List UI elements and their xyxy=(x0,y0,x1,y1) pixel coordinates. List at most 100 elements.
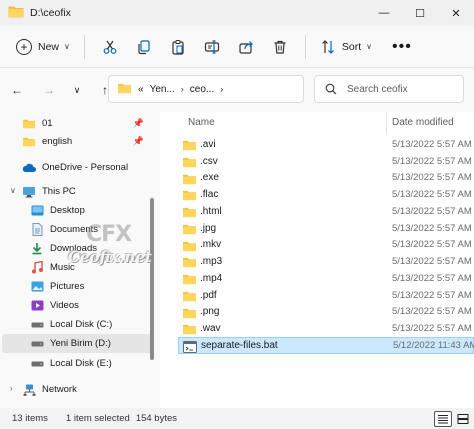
sidebar-item-this-pc[interactable]: This PC xyxy=(22,182,154,201)
scissors-icon xyxy=(103,40,117,54)
tiles-view-button[interactable] xyxy=(454,411,472,427)
drive-icon xyxy=(30,319,44,331)
back-button[interactable]: ← xyxy=(4,77,30,103)
drive-icon xyxy=(30,338,44,350)
column-divider[interactable] xyxy=(386,112,387,134)
chevron-down-icon: ∨ xyxy=(366,42,372,51)
folder-icon xyxy=(182,139,197,154)
file-name: .csv xyxy=(200,155,218,167)
table-row[interactable]: .mp4 5/13/2022 5:57 AM xyxy=(178,270,474,287)
sidebar-item-pictures[interactable]: Pictures xyxy=(30,277,148,296)
paste-button[interactable] xyxy=(161,33,195,61)
file-name: .flac xyxy=(200,189,219,201)
sidebar-item-documents[interactable]: Documents xyxy=(30,220,148,239)
sidebar-item-network[interactable]: Network xyxy=(22,380,154,399)
details-view-icon xyxy=(438,415,448,424)
chevron-down-icon[interactable]: ∨ xyxy=(10,186,16,195)
folder-icon xyxy=(182,206,197,221)
maximize-button[interactable]: ☐ xyxy=(402,0,438,26)
file-name: .jpg xyxy=(200,222,217,234)
folder-icon xyxy=(117,82,132,97)
sidebar-item-desktop[interactable]: Desktop xyxy=(30,201,148,220)
chevron-down-icon: ∨ xyxy=(64,42,70,51)
selection-size: 154 bytes xyxy=(135,413,178,424)
sidebar-item-music[interactable]: Music xyxy=(30,258,148,277)
title-bar: D:\ceofix — ☐ ✕ xyxy=(0,0,474,26)
recent-locations-button[interactable]: ∨ xyxy=(64,77,90,103)
breadcrumb-item[interactable]: ceo... xyxy=(190,84,214,95)
file-date-modified: 5/13/2022 5:57 AM xyxy=(392,155,472,167)
item-count: 13 items xyxy=(12,413,48,424)
copy-button[interactable] xyxy=(127,33,161,61)
sidebar-item-local-disk-e[interactable]: Local Disk (E:) xyxy=(30,354,148,373)
sidebar-item-local-disk-c[interactable]: Local Disk (C:) xyxy=(30,315,148,334)
table-row[interactable]: .png 5/13/2022 5:57 AM xyxy=(178,304,474,321)
details-view-button[interactable] xyxy=(434,411,452,427)
batch-file-icon xyxy=(183,341,197,356)
table-row[interactable]: .exe 5/13/2022 5:57 AM xyxy=(178,170,474,187)
column-header-date-modified[interactable]: Date modified xyxy=(392,112,454,132)
breadcrumb-overflow[interactable]: « xyxy=(138,84,144,95)
table-row[interactable]: .csv 5/13/2022 5:57 AM xyxy=(178,153,474,170)
sidebar-item-downloads[interactable]: Downloads xyxy=(30,239,148,258)
column-header-name[interactable]: Name xyxy=(188,112,215,132)
file-date-modified: 5/13/2022 5:57 AM xyxy=(392,256,472,268)
sidebar-item-01[interactable]: 01 📌 xyxy=(22,114,154,133)
rename-icon xyxy=(204,39,219,54)
address-bar[interactable]: « Yen... › ceo... › xyxy=(108,75,304,103)
navigation-pane: 01 📌 english 📌 OneDrive - Personal ∨ Thi… xyxy=(0,112,160,408)
forward-button[interactable]: → xyxy=(36,77,62,103)
file-name: .wav xyxy=(200,323,221,335)
sort-button[interactable]: Sort ∨ xyxy=(314,33,378,61)
cut-button[interactable] xyxy=(93,33,127,61)
sidebar-item-label: Music xyxy=(50,262,75,273)
new-label: New xyxy=(38,40,60,53)
close-button[interactable]: ✕ xyxy=(438,0,474,26)
file-date-modified: 5/12/2022 11:43 AM xyxy=(393,339,474,351)
videos-icon xyxy=(30,300,44,312)
table-row[interactable]: .html 5/13/2022 5:57 AM xyxy=(178,203,474,220)
delete-button[interactable] xyxy=(263,33,297,61)
search-input[interactable]: Search ceofix xyxy=(314,75,464,103)
sidebar-item-label: Local Disk (C:) xyxy=(50,319,113,330)
tiles-view-icon xyxy=(457,414,469,424)
breadcrumb-item[interactable]: Yen... xyxy=(150,84,175,95)
file-name: .png xyxy=(200,306,220,318)
search-placeholder: Search ceofix xyxy=(347,83,408,95)
sidebar-item-label: Desktop xyxy=(50,205,85,216)
sidebar-item-onedrive[interactable]: OneDrive - Personal xyxy=(22,158,154,177)
table-row[interactable]: .pdf 5/13/2022 5:57 AM xyxy=(178,287,474,304)
chevron-right-icon[interactable]: › xyxy=(181,84,184,94)
sidebar-item-label: Yeni Birim (D:) xyxy=(50,338,111,349)
minimize-button[interactable]: — xyxy=(366,0,402,26)
chevron-right-icon[interactable]: › xyxy=(220,84,223,94)
rename-button[interactable] xyxy=(195,33,229,61)
search-icon xyxy=(325,83,337,95)
share-button[interactable] xyxy=(229,33,263,61)
more-options-button[interactable]: ••• xyxy=(392,38,412,55)
file-date-modified: 5/13/2022 5:57 AM xyxy=(392,189,472,201)
sidebar-item-videos[interactable]: Videos xyxy=(30,296,148,315)
table-row[interactable]: .wav 5/13/2022 5:57 AM xyxy=(178,320,474,337)
file-date-modified: 5/13/2022 5:57 AM xyxy=(392,222,472,234)
file-date-modified: 5/13/2022 5:57 AM xyxy=(392,289,472,301)
table-row[interactable]: .mkv 5/13/2022 5:57 AM xyxy=(178,237,474,254)
sidebar-item-english[interactable]: english 📌 xyxy=(22,132,154,151)
table-row[interactable]: .avi 5/13/2022 5:57 AM xyxy=(178,136,474,153)
sidebar-item-label: OneDrive - Personal xyxy=(42,162,129,173)
table-row[interactable]: separate-files.bat 5/12/2022 11:43 AM xyxy=(178,337,474,354)
documents-icon xyxy=(30,223,44,236)
sidebar-scrollbar[interactable] xyxy=(150,198,154,360)
sidebar-item-yeni-birim-d[interactable]: Yeni Birim (D:) xyxy=(2,334,154,353)
cloud-icon xyxy=(22,162,36,174)
folder-icon xyxy=(22,136,36,148)
table-row[interactable]: .flac 5/13/2022 5:57 AM xyxy=(178,186,474,203)
pin-icon: 📌 xyxy=(132,136,144,146)
new-button[interactable]: + New ∨ xyxy=(10,33,76,61)
table-row[interactable]: .mp3 5/13/2022 5:57 AM xyxy=(178,253,474,270)
table-row[interactable]: .jpg 5/13/2022 5:57 AM xyxy=(178,220,474,237)
file-name: .mp3 xyxy=(200,256,223,268)
file-name: .mkv xyxy=(200,239,222,251)
chevron-right-icon[interactable]: › xyxy=(10,384,13,393)
share-icon xyxy=(239,40,253,54)
